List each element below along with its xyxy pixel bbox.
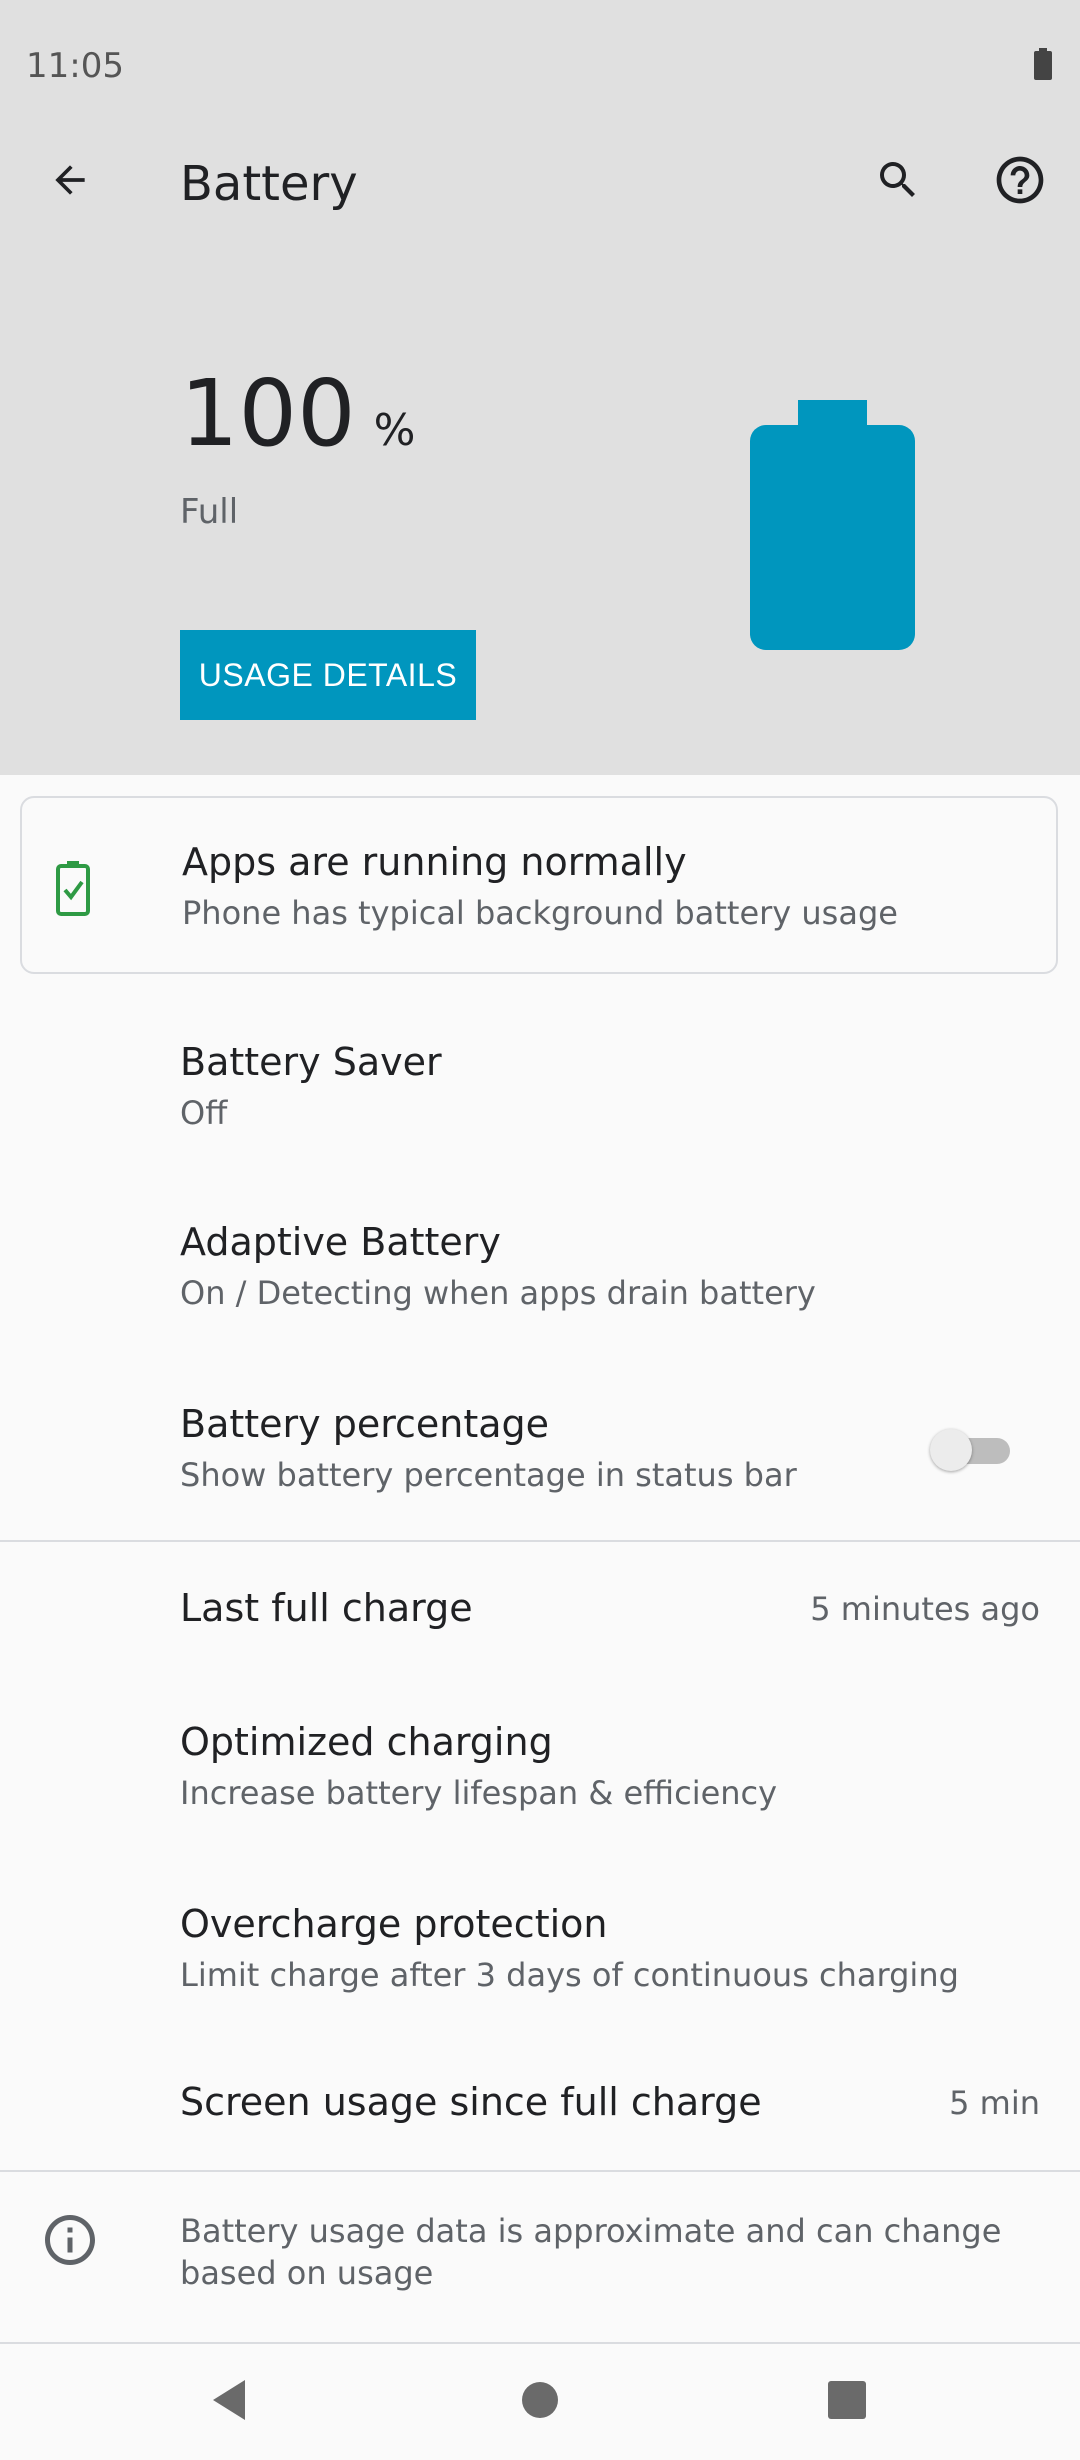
battery-graphic-icon bbox=[750, 400, 915, 650]
status-battery-icon bbox=[1033, 48, 1053, 80]
nav-recents-icon bbox=[828, 2381, 866, 2419]
battery-state: Full bbox=[180, 492, 239, 532]
battery-header bbox=[0, 0, 1080, 775]
info-row-last-full-charge: Last full charge 5 minutes ago bbox=[0, 1562, 1080, 1672]
toggle-thumb bbox=[930, 1429, 972, 1471]
arrow-back-icon bbox=[55, 165, 85, 195]
nav-home-icon bbox=[522, 2382, 558, 2418]
help-button[interactable] bbox=[990, 150, 1050, 210]
footer-note: Battery usage data is approximate and ca… bbox=[180, 2212, 1002, 2292]
nav-home-button[interactable] bbox=[520, 2380, 560, 2420]
row-subtitle: Limit charge after 3 days of continuous … bbox=[180, 1956, 959, 1994]
battery-percentage-toggle[interactable] bbox=[930, 1425, 1014, 1475]
help-icon bbox=[996, 156, 1044, 204]
usage-details-button[interactable]: USAGE DETAILS bbox=[180, 630, 476, 720]
row-title: Battery Saver bbox=[180, 1040, 442, 1084]
row-title: Battery percentage bbox=[180, 1402, 550, 1446]
info-row-optimized-charging[interactable]: Optimized charging Increase battery life… bbox=[0, 1700, 1080, 1850]
status-time: 11:05 bbox=[26, 46, 124, 86]
battery-level-number: 100 bbox=[180, 360, 356, 467]
row-subtitle: Off bbox=[180, 1094, 228, 1132]
page-title: Battery bbox=[180, 156, 358, 212]
row-value: 5 minutes ago bbox=[810, 1590, 1040, 1628]
info-icon bbox=[40, 2210, 100, 2270]
info-row-screen-usage: Screen usage since full charge 5 min bbox=[0, 2058, 1080, 2168]
row-subtitle: Increase battery lifespan & efficiency bbox=[180, 1774, 778, 1812]
back-button[interactable] bbox=[40, 150, 100, 210]
navbar-divider bbox=[0, 2342, 1080, 2344]
row-subtitle: Show battery percentage in status bar bbox=[180, 1456, 797, 1494]
row-title: Adaptive Battery bbox=[180, 1220, 501, 1264]
row-subtitle: On / Detecting when apps drain battery bbox=[180, 1274, 816, 1312]
settings-row-battery-saver[interactable]: Battery Saver Off bbox=[0, 1020, 1080, 1170]
search-icon bbox=[880, 162, 915, 197]
nav-recents-button[interactable] bbox=[827, 2380, 867, 2420]
battery-check-icon bbox=[56, 860, 90, 916]
settings-row-adaptive-battery[interactable]: Adaptive Battery On / Detecting when app… bbox=[0, 1200, 1080, 1350]
row-title: Screen usage since full charge bbox=[180, 2080, 762, 2124]
row-title: Optimized charging bbox=[180, 1720, 553, 1764]
settings-row-battery-percentage[interactable]: Battery percentage Show battery percenta… bbox=[0, 1382, 1080, 1532]
info-row-overcharge-protection[interactable]: Overcharge protection Limit charge after… bbox=[0, 1882, 1080, 2032]
nav-back-icon bbox=[213, 2380, 245, 2420]
row-title: Overcharge protection bbox=[180, 1902, 608, 1946]
search-button[interactable] bbox=[868, 150, 928, 210]
battery-status-card[interactable]: Apps are running normally Phone has typi… bbox=[20, 796, 1058, 974]
card-title: Apps are running normally bbox=[182, 840, 687, 884]
footer-divider bbox=[0, 2170, 1080, 2172]
row-title: Last full charge bbox=[180, 1586, 473, 1630]
row-value: 5 min bbox=[949, 2084, 1040, 2122]
section-divider bbox=[0, 1540, 1080, 1542]
nav-back-button[interactable] bbox=[205, 2375, 255, 2425]
battery-level: 100 % bbox=[180, 360, 415, 467]
battery-level-unit: % bbox=[373, 405, 416, 456]
card-subtitle: Phone has typical background battery usa… bbox=[182, 894, 898, 932]
